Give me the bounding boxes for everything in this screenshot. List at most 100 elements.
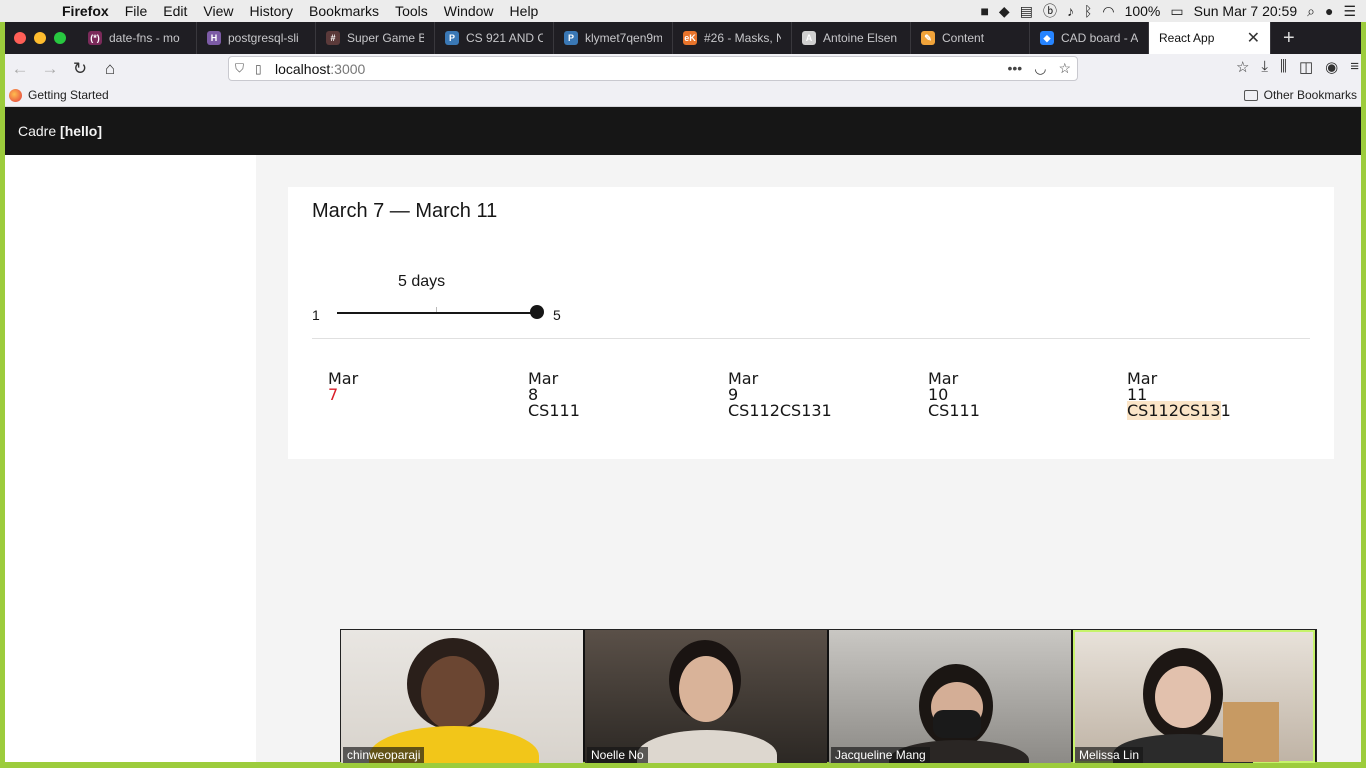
siri-icon[interactable]: ● [1325, 3, 1333, 19]
menubar-clock[interactable]: Sun Mar 7 20:59 [1194, 3, 1298, 19]
video-tile-active-speaker[interactable]: Melissa Lin [1073, 630, 1315, 763]
slider-max-label: 5 [553, 307, 561, 323]
menu-edit[interactable]: Edit [155, 3, 195, 19]
tab-title: React App [1159, 31, 1215, 45]
browser-tab[interactable]: ✎ Content [911, 22, 1030, 54]
participant-mask [933, 710, 981, 738]
close-window-button[interactable] [14, 32, 26, 44]
day-column: Mar 7 [328, 371, 358, 403]
menu-window[interactable]: Window [436, 3, 502, 19]
participant-face [679, 656, 733, 722]
brand-name: Cadre [18, 123, 57, 139]
browser-tab[interactable]: # Super Game B [316, 22, 435, 54]
tab-title: date-fns - mo [109, 31, 180, 45]
menu-view[interactable]: View [195, 3, 241, 19]
forward-arrow-icon[interactable]: → [35, 59, 65, 79]
new-tab-button[interactable]: + [1271, 27, 1307, 50]
bookmark-manager-icon[interactable]: ☆ [1236, 58, 1249, 76]
downloads-icon[interactable]: ⤓ [1261, 58, 1268, 76]
notification-center-icon[interactable]: ☰ [1343, 3, 1356, 20]
heroku-icon: H [207, 31, 221, 45]
navigation-toolbar: ← → ↻ ⌂ ⛉ ▯ localhost:3000 ••• ◡ ☆ ☆ ⤓ ⫼… [5, 54, 1361, 84]
pocket-icon[interactable]: ◡ [1034, 60, 1046, 77]
menu-firefox[interactable]: Firefox [54, 3, 117, 19]
volume-icon[interactable]: ♪ [1067, 3, 1074, 19]
account-icon[interactable]: ◉ [1325, 58, 1338, 76]
url-bar[interactable]: ⛉ ▯ localhost:3000 ••• ◡ ☆ [228, 56, 1078, 81]
docker-icon[interactable]: ▤ [1020, 3, 1033, 20]
slider-label: 5 days [398, 273, 446, 290]
page-actions-icon[interactable]: ••• [1008, 60, 1023, 77]
other-bookmarks-label: Other Bookmarks [1263, 88, 1357, 102]
home-icon[interactable]: ⌂ [95, 59, 125, 79]
browser-tab[interactable]: Pklymet7qen9m [554, 22, 673, 54]
tab-title: Super Game B [347, 31, 424, 45]
tab-title: klymet7qen9m [585, 31, 662, 45]
tab-title: Content [942, 31, 985, 45]
bookmark-getting-started[interactable]: Getting Started [5, 88, 109, 102]
zoom-window-button[interactable] [54, 32, 66, 44]
divider [312, 338, 1310, 339]
browser-tab[interactable]: Hpostgresql-sli [197, 22, 316, 54]
tab-orange-icon: eK [683, 31, 697, 45]
back-arrow-icon[interactable]: ← [5, 59, 35, 79]
sidebar-toggle-icon[interactable]: ◫ [1299, 58, 1313, 76]
status-menu-area: ■ ◆ ▤ ⓑ ♪ ᛒ ◠ 100% ▭ Sun Mar 7 20:59 ⌕ ●… [980, 0, 1366, 22]
browser-tab[interactable]: P CS 921 AND C [435, 22, 554, 54]
firefox-logo-icon [9, 88, 22, 102]
page-title: March 7 — March 11 [312, 200, 498, 222]
browser-tab[interactable]: eK #26 - Masks, N [673, 22, 792, 54]
video-tile[interactable]: Jacqueline Mang [829, 630, 1071, 763]
browser-tab-strip: (*) date-fns - mo Hpostgresql-sli # Super Ga… [5, 22, 1361, 54]
day-range-slider-thumb[interactable] [530, 305, 544, 319]
menu-bookmarks[interactable]: Bookmarks [301, 3, 387, 19]
slider-min-label: 1 [312, 307, 320, 323]
menu-tools[interactable]: Tools [387, 3, 436, 19]
wifi-icon[interactable]: ◠ [1102, 3, 1114, 20]
participant-face [1155, 666, 1211, 728]
day-courses: CS111 [928, 401, 980, 420]
close-tab-icon[interactable]: ✕ [1247, 28, 1260, 48]
tab-title: CS 921 AND C [466, 31, 543, 45]
bluetooth-icon[interactable]: ᛒ [1084, 3, 1092, 19]
tab-title: CAD board - A [1061, 31, 1138, 45]
tracking-shield-icon[interactable]: ⛉ [235, 61, 255, 76]
dropbox-icon[interactable]: ◆ [999, 3, 1010, 20]
day-column: Mar 11 CS112CS131 [1127, 371, 1231, 420]
day-column: Mar 9 CS112CS131 [728, 371, 832, 419]
folder-icon [1243, 89, 1258, 101]
day-courses: CS111 [528, 401, 580, 420]
bookmark-star-icon[interactable]: ☆ [1058, 60, 1071, 77]
video-tile[interactable]: Noelle No [585, 630, 827, 763]
app-header: Cadre [hello] [5, 107, 1361, 155]
menu-help[interactable]: Help [502, 3, 547, 19]
menu-history[interactable]: History [241, 3, 301, 19]
browser-tab[interactable]: (*) date-fns - mo [78, 22, 197, 54]
tab-react-app[interactable]: React App ✕ [1149, 22, 1271, 54]
reload-icon[interactable]: ↻ [65, 59, 95, 79]
beats-icon[interactable]: ⓑ [1043, 1, 1057, 21]
tab-title: Antoine Elsen [823, 31, 898, 45]
dresser [1223, 702, 1279, 762]
participant-name: Jacqueline Mang [831, 747, 930, 763]
game-icon: # [326, 31, 340, 45]
browser-tab[interactable]: A Antoine Elsen [792, 22, 911, 54]
library-icon[interactable]: ⫼ [1280, 58, 1287, 76]
bookmarks-toolbar: Getting Started Other Bookmarks [5, 84, 1361, 107]
day-range-slider-track[interactable] [337, 312, 537, 314]
participant-name: Noelle No [587, 747, 648, 763]
page-info-icon[interactable]: ▯ [255, 62, 275, 76]
zoom-icon[interactable]: ■ [980, 3, 988, 19]
day-courses: CS112CS131 [728, 401, 832, 420]
tab-title: postgresql-sli [228, 31, 299, 45]
menu-file[interactable]: File [117, 3, 156, 19]
battery-icon[interactable]: ▭ [1170, 3, 1183, 20]
spotlight-search-icon[interactable]: ⌕ [1307, 3, 1315, 20]
video-tile[interactable]: chinweoparaji [341, 630, 583, 763]
app-brand-link[interactable]: Cadre [hello] [18, 123, 102, 139]
hamburger-menu-icon[interactable]: ≡ [1350, 58, 1359, 76]
selected-text-highlight: CS112CS13 [1127, 401, 1221, 420]
browser-tab[interactable]: ◆ CAD board - A [1030, 22, 1149, 54]
other-bookmarks-button[interactable]: Other Bookmarks [1243, 88, 1357, 102]
minimize-window-button[interactable] [34, 32, 46, 44]
